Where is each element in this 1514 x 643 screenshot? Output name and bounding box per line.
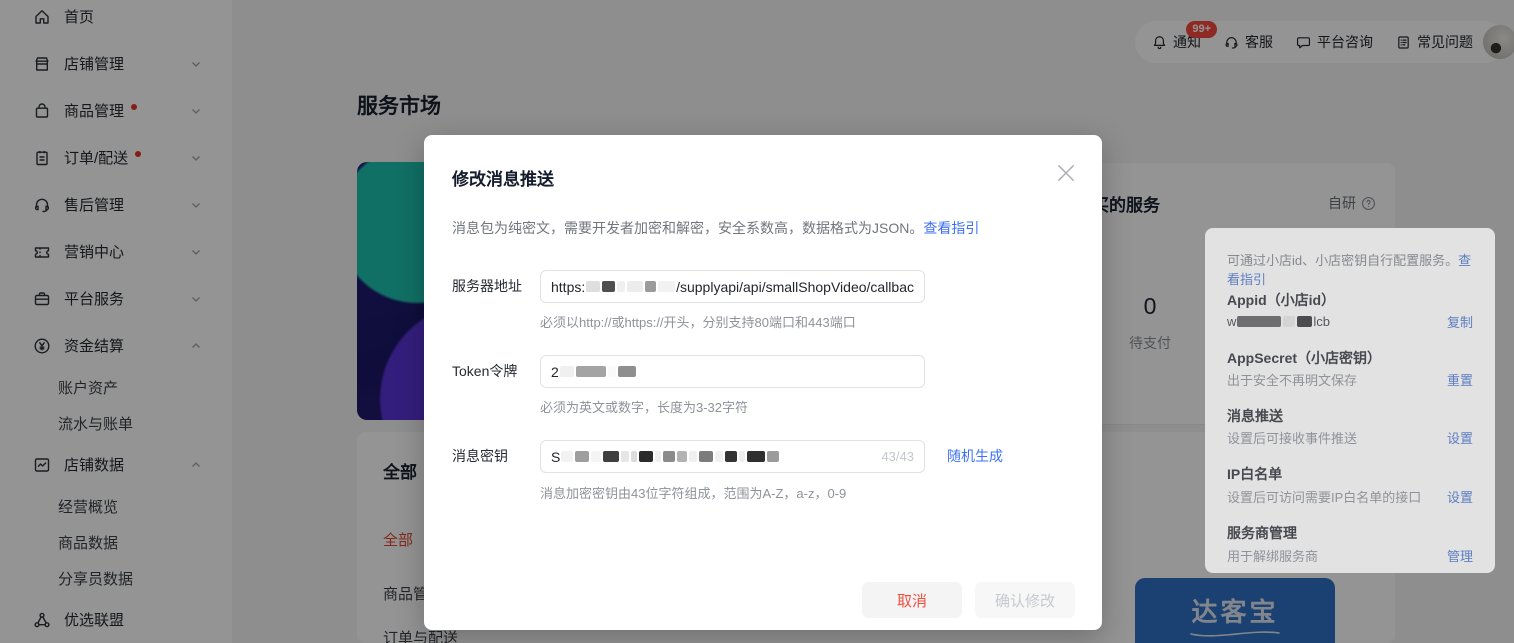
redacted-text bbox=[699, 451, 713, 462]
redacted-text bbox=[1237, 316, 1281, 327]
server-address-input[interactable]: https: /supplyapi/api/smallShopVideo/cal… bbox=[540, 270, 925, 303]
appid-title: Appid（小店id） bbox=[1227, 290, 1473, 310]
message-push-row: 设置后可接收事件推送 设置 bbox=[1227, 428, 1473, 447]
message-secret-input[interactable]: S 43/43 bbox=[540, 440, 925, 473]
redacted-text bbox=[663, 451, 675, 462]
redacted-text bbox=[576, 366, 606, 377]
redacted-text bbox=[655, 451, 661, 462]
ip-whitelist-title: IP白名单 bbox=[1227, 464, 1473, 484]
redacted-text bbox=[602, 281, 615, 292]
settings-link[interactable]: 设置 bbox=[1447, 487, 1473, 506]
redacted-text bbox=[689, 451, 697, 462]
view-guide-link[interactable]: 查看指引 bbox=[923, 220, 979, 236]
redacted-text bbox=[586, 281, 600, 292]
redacted-text bbox=[621, 451, 629, 462]
redacted-text bbox=[1283, 316, 1295, 327]
edit-message-push-modal: 修改消息推送 消息包为纯密文，需要开发者加密和解密，安全系数高，数据格式为JSO… bbox=[424, 135, 1102, 630]
panel-intro: 可通过小店id、小店密钥自行配置服务。查看指引 bbox=[1227, 250, 1473, 288]
redacted-text bbox=[715, 451, 723, 462]
settings-link[interactable]: 设置 bbox=[1447, 428, 1473, 447]
redacted-text bbox=[603, 451, 619, 462]
app-root: 首页 店铺管理 商品管理 订单/配 bbox=[0, 0, 1514, 643]
redacted-text bbox=[639, 451, 653, 462]
redacted-text bbox=[725, 451, 737, 462]
redacted-text bbox=[591, 451, 601, 462]
redacted-text bbox=[617, 281, 625, 292]
appid-row: w lcb 复制 bbox=[1227, 312, 1473, 331]
appid-value: w lcb bbox=[1227, 314, 1330, 329]
redacted-text bbox=[767, 451, 779, 462]
redacted-text bbox=[739, 451, 745, 462]
redacted-text bbox=[618, 366, 636, 377]
service-provider-title: 服务商管理 bbox=[1227, 523, 1473, 543]
char-counter: 43/43 bbox=[875, 449, 914, 464]
redacted-text bbox=[631, 451, 637, 462]
appsecret-row: 出于安全不再明文保存 重置 bbox=[1227, 370, 1473, 389]
confirm-button[interactable]: 确认修改 bbox=[975, 582, 1075, 618]
appsecret-title: AppSecret（小店密钥） bbox=[1227, 348, 1473, 368]
message-push-title: 消息推送 bbox=[1227, 406, 1473, 426]
cancel-button[interactable]: 取消 bbox=[862, 582, 962, 618]
manage-link[interactable]: 管理 bbox=[1447, 546, 1473, 565]
redacted-text bbox=[608, 366, 616, 377]
service-provider-row: 用于解绑服务商 管理 bbox=[1227, 546, 1473, 565]
modal-footer: 取消 确认修改 bbox=[862, 582, 1075, 618]
message-secret-help: 消息加密密钥由43位字符组成，范围为A-Z，a-z，0-9 bbox=[540, 483, 846, 502]
modal-description: 消息包为纯密文，需要开发者加密和解密，安全系数高，数据格式为JSON。查看指引 bbox=[452, 218, 979, 238]
token-help: 必须为英文或数字，长度为3-32字符 bbox=[540, 397, 748, 416]
redacted-text bbox=[645, 281, 656, 292]
redacted-text bbox=[677, 451, 687, 462]
redacted-text bbox=[658, 281, 675, 292]
random-generate-link[interactable]: 随机生成 bbox=[947, 440, 1003, 473]
token-label: Token令牌 bbox=[452, 355, 517, 388]
server-address-label: 服务器地址 bbox=[452, 270, 522, 303]
redacted-text bbox=[747, 451, 765, 462]
redacted-text bbox=[1297, 316, 1312, 327]
redacted-text bbox=[575, 451, 589, 462]
modal-title: 修改消息推送 bbox=[452, 165, 554, 190]
redacted-text bbox=[627, 281, 642, 292]
redacted-text bbox=[561, 451, 573, 462]
redacted-text bbox=[560, 366, 574, 377]
ip-whitelist-row: 设置后可访问需要IP白名单的接口 设置 bbox=[1227, 487, 1473, 506]
self-config-panel: 可通过小店id、小店密钥自行配置服务。查看指引 Appid（小店id） w lc… bbox=[1205, 228, 1495, 573]
token-input[interactable]: 2 bbox=[540, 355, 925, 388]
copy-link[interactable]: 复制 bbox=[1447, 312, 1473, 331]
close-icon[interactable] bbox=[1056, 163, 1076, 183]
server-address-help: 必须以http://或https://开头，分别支持80端口和443端口 bbox=[540, 312, 856, 331]
reset-link[interactable]: 重置 bbox=[1447, 370, 1473, 389]
message-secret-label: 消息密钥 bbox=[452, 440, 508, 473]
